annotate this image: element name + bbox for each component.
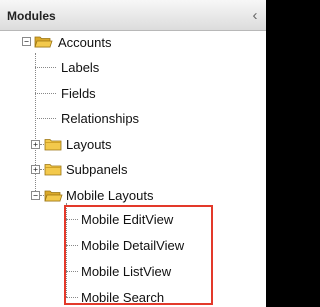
tree-node-label[interactable]: Mobile Layouts [66,188,153,203]
tree-node-label[interactable]: Subpanels [66,162,127,177]
tree-node-mobile-detailview[interactable]: Mobile DetailView [81,238,184,253]
tree-node-mobile-editview[interactable]: Mobile EditView [81,212,173,227]
module-tree: − Accounts Labels Fields Relationships +… [0,31,266,307]
tree-connector [66,245,78,246]
tree-connector [35,93,56,94]
expand-toggle-icon[interactable]: + [31,165,40,174]
tree-node-fields[interactable]: Fields [61,86,96,101]
tree-node-mobile-listview[interactable]: Mobile ListView [81,264,171,279]
folder-icon [44,164,62,176]
tree-connector [35,118,56,119]
tree-connector [66,203,67,297]
expand-toggle-icon[interactable]: + [31,140,40,149]
panel-title: Modules [7,9,56,23]
tree-node-label[interactable]: Layouts [66,137,112,152]
tree-node-labels[interactable]: Labels [61,60,99,75]
collapse-toggle-icon[interactable]: − [31,191,40,200]
folder-icon [44,139,62,151]
tree-node-label[interactable]: Accounts [58,35,111,50]
chevron-left-icon[interactable]: ‹ [246,8,264,23]
panel-header: Modules ‹ [0,0,266,31]
tree-connector [66,219,78,220]
open-folder-icon [34,36,53,48]
tree-connector [66,271,78,272]
open-folder-icon [44,190,63,202]
tree-connector [35,67,56,68]
modules-panel: Modules ‹ − Accounts Labels Fields Relat… [0,0,266,307]
tree-node-relationships[interactable]: Relationships [61,111,139,126]
tree-connector [66,297,78,298]
tree-node-mobile-search[interactable]: Mobile Search [81,290,164,305]
collapse-toggle-icon[interactable]: − [22,37,31,46]
